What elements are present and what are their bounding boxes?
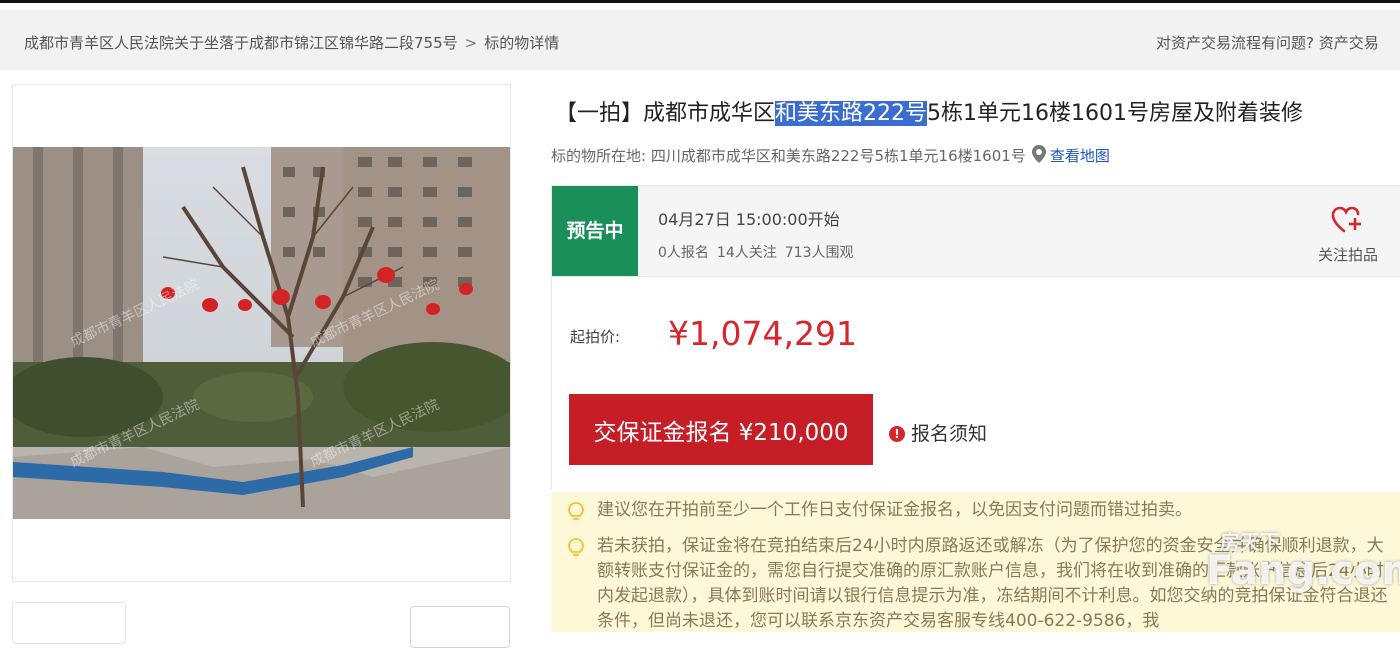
location-address: 四川成都市成华区和美东路222号5栋1单元16楼1601号: [650, 147, 1026, 165]
starting-price-label: 起拍价:: [570, 328, 621, 346]
breadcrumb-item-auction[interactable]: 成都市青羊区人民法院关于坐落于成都市锦江区锦华路二段755号: [24, 34, 458, 52]
breadcrumb-separator: >: [464, 34, 478, 52]
location-row: 标的物所在地: 四川成都市成华区和美东路222号5栋1单元16楼1601号 查看地…: [551, 145, 1110, 167]
viewer-count: 713人围观: [784, 245, 854, 261]
status-badge: 预告中: [552, 186, 638, 276]
follow-item-button[interactable]: 关注拍品: [1313, 206, 1383, 265]
signup-count: 0人报名: [658, 245, 709, 261]
pay-deposit-button[interactable]: 交保证金报名 ¥210,000: [569, 394, 873, 465]
auction-stats: 0人报名 14人关注 713人围观: [658, 242, 861, 262]
registration-notice-link[interactable]: ! 报名须知: [889, 419, 987, 446]
thumbnail-prev[interactable]: [12, 602, 126, 644]
follower-count: 14人关注: [716, 245, 777, 261]
map-pin-icon: [1031, 145, 1046, 167]
page-title: 【一拍】成都市成华区和美东路222号5栋1单元16楼1601号房屋及附着装修: [555, 95, 1303, 127]
image-gallery: 成都市青羊区人民法院 成都市青羊区人民法院 成都市青羊区人民法院 成都市青羊区人…: [12, 84, 511, 582]
title-highlight: 和美东路222号: [775, 101, 928, 126]
breadcrumb: 成都市青羊区人民法院关于坐落于成都市锦江区锦华路二段755号 > 标的物详情: [24, 32, 559, 53]
view-map-link[interactable]: 查看地图: [1050, 147, 1110, 165]
breadcrumb-bar: 成都市青羊区人民法院关于坐落于成都市锦江区锦华路二段755号 > 标的物详情 对资产…: [0, 10, 1400, 70]
main-photo[interactable]: 成都市青羊区人民法院 成都市青羊区人民法院 成都市青羊区人民法院 成都市青羊区人…: [13, 147, 510, 519]
breadcrumb-item-detail: 标的物详情: [484, 34, 560, 52]
start-time: 04月27日 15:00:00开始: [658, 210, 840, 229]
top-border: [0, 0, 1400, 3]
heart-plus-icon: [1331, 206, 1365, 238]
lightbulb-icon: [567, 502, 585, 530]
help-link[interactable]: 对资产交易流程有问题? 资产交易: [1156, 32, 1400, 53]
location-label: 标的物所在地:: [551, 147, 651, 165]
site-watermark: 房天下 Fang.com: [1206, 530, 1400, 594]
tip-item: 建议您在开拍前至少一个工作日支付保证金报名，以免因支付问题而错过拍卖。: [567, 498, 1392, 523]
watermark-cn: 房天下: [1220, 530, 1280, 554]
lightbulb-icon: [567, 538, 585, 566]
registration-notice-label: 报名须知: [911, 423, 988, 445]
tip-text: 建议您在开拍前至少一个工作日支付保证金报名，以免因支付问题而错过拍卖。: [597, 500, 1192, 520]
thumbnail-next[interactable]: [410, 606, 510, 648]
auction-status-panel: 预告中 04月27日 15:00:00开始 0人报名 14人关注 713人围观 关注…: [551, 185, 1400, 277]
follow-item-label: 关注拍品: [1317, 246, 1378, 264]
starting-price-value: ¥1,074,291: [668, 314, 857, 353]
title-prefix: 【一拍】成都市成华区: [555, 101, 776, 126]
price-panel: 起拍价: ¥1,074,291 交保证金报名 ¥210,000 ! 报名须知: [551, 276, 1400, 490]
alert-icon: !: [889, 426, 905, 442]
title-suffix: 5栋1单元16楼1601号房屋及附着装修: [927, 101, 1303, 126]
